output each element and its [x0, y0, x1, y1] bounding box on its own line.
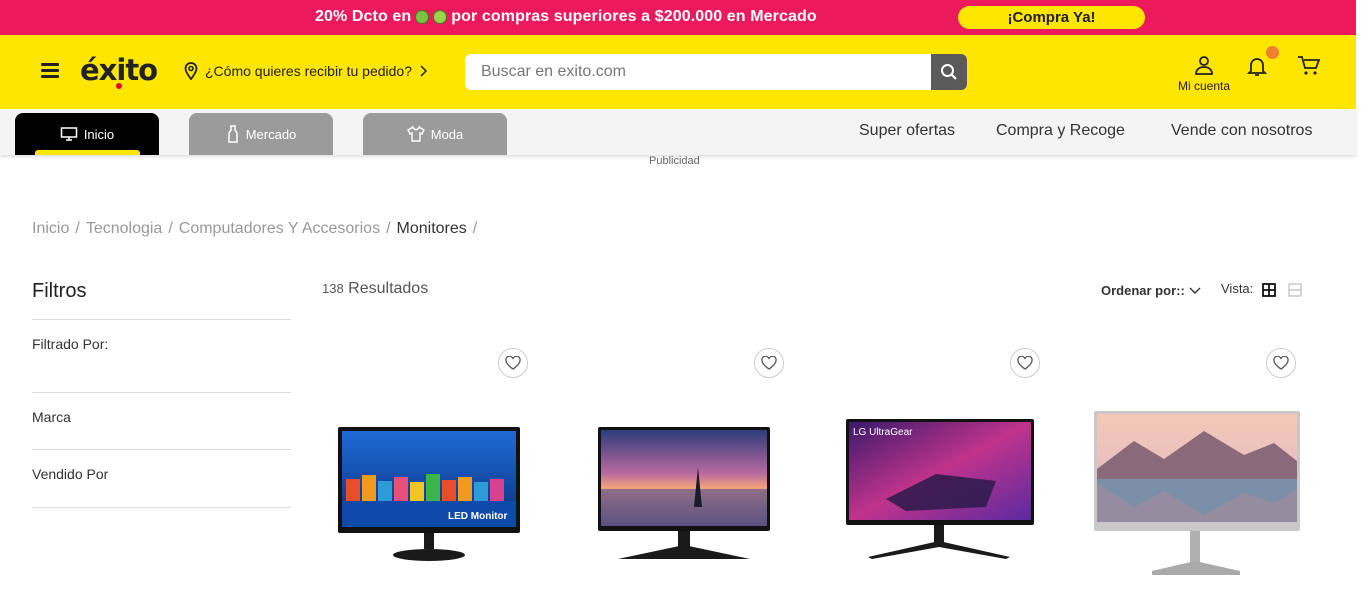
notifications-button[interactable]: [1246, 55, 1268, 82]
exito-logo[interactable]: éxito: [80, 53, 158, 87]
monitor-mountain-image[interactable]: [1094, 411, 1300, 577]
chevron-right-icon: [420, 65, 428, 77]
divider: [32, 449, 291, 450]
breadcrumb-current: Monitores: [396, 220, 467, 237]
avocado-icon: [433, 10, 448, 24]
search-icon: [941, 64, 957, 80]
tab-label: Moda: [430, 126, 464, 142]
product-screen-text: LG UltraGear: [853, 427, 913, 438]
tab-inicio[interactable]: Inicio: [15, 113, 159, 155]
bell-icon: [1246, 58, 1268, 76]
promo-text: 20% Dcto en por compras superiores a $20…: [315, 8, 817, 26]
filters-title: Filtros: [32, 280, 87, 302]
nav-link-compra-y-recoge[interactable]: Compra y Recoge: [996, 122, 1125, 140]
filter-marca[interactable]: Marca: [32, 409, 71, 425]
breadcrumb-separator: /: [75, 220, 80, 237]
tab-label: Inicio: [83, 126, 115, 142]
monitor-sunset-image[interactable]: [598, 427, 770, 565]
delivery-label: ¿Cómo quieres recibir tu pedido?: [205, 63, 412, 79]
favorite-button[interactable]: [1010, 348, 1040, 378]
cart-icon: [1298, 56, 1321, 75]
ad-label: Publicidad: [649, 155, 700, 167]
notification-badge: [1266, 46, 1279, 59]
menu-icon[interactable]: [41, 63, 59, 78]
chevron-down-icon: [1189, 287, 1201, 294]
monitor-icon: [60, 127, 78, 141]
account-label: Mi cuenta: [1177, 79, 1231, 93]
results-count: 138 Resultados: [322, 280, 428, 298]
heart-icon: [1017, 356, 1033, 370]
lg-ultragear-monitor-image[interactable]: LG UltraGear: [846, 419, 1034, 561]
sort-dropdown[interactable]: Ordenar por::: [1101, 283, 1201, 298]
user-icon: [1195, 56, 1213, 75]
search-button[interactable]: [931, 54, 967, 90]
favorite-button[interactable]: [754, 348, 784, 378]
tab-label: Mercado: [245, 126, 297, 142]
location-pin-icon: [184, 62, 198, 80]
logo-dot: [116, 83, 122, 89]
apple-icon: [415, 10, 430, 24]
divider: [32, 319, 291, 320]
filter-vendido-por[interactable]: Vendido Por: [32, 466, 108, 482]
promo-text-after: por compras superiores a $200.000 en Mer…: [451, 8, 817, 25]
favorite-button[interactable]: [498, 348, 528, 378]
nav-link-super-ofertas[interactable]: Super ofertas: [859, 122, 955, 140]
favorite-button[interactable]: [1266, 348, 1296, 378]
heart-icon: [505, 356, 521, 370]
tab-moda[interactable]: Moda: [363, 113, 507, 155]
sort-label: Ordenar por::: [1101, 283, 1185, 298]
breadcrumb-item[interactable]: Inicio: [32, 220, 69, 238]
view-label: Vista:: [1221, 281, 1254, 296]
breadcrumb-separator: /: [168, 220, 173, 237]
heart-icon: [761, 356, 777, 370]
promo-cta-button[interactable]: ¡Compra Ya!: [958, 6, 1145, 29]
shirt-icon: [406, 126, 425, 142]
breadcrumb: Inicio / Tecnologia / Computadores Y Acces…: [32, 220, 477, 238]
promo-banner: 20% Dcto en por compras superiores a $20…: [0, 0, 1356, 35]
list-view-icon[interactable]: [1288, 283, 1302, 297]
promo-text-before: 20% Dcto en: [315, 8, 412, 25]
breadcrumb-item[interactable]: Computadores Y Accesorios: [179, 220, 380, 238]
results-label: Resultados: [348, 280, 429, 297]
delivery-selector[interactable]: ¿Cómo quieres recibir tu pedido?: [183, 62, 428, 80]
cart-button[interactable]: [1297, 55, 1321, 82]
divider: [32, 507, 291, 508]
led-monitor-image[interactable]: LED Monitor: [338, 427, 520, 565]
filter-applied-label: Filtrado Por:: [32, 336, 109, 352]
search-bar: [465, 54, 967, 90]
account-button[interactable]: Mi cuenta: [1172, 55, 1236, 93]
grid-view-icon[interactable]: [1262, 283, 1276, 297]
heart-icon: [1273, 356, 1289, 370]
results-number: 138: [322, 281, 344, 296]
product-screen-text: LED Monitor: [448, 511, 508, 522]
search-input[interactable]: [465, 54, 930, 90]
nav-link-vende-con-nosotros[interactable]: Vende con nosotros: [1171, 122, 1312, 140]
tab-mercado[interactable]: Mercado: [189, 113, 333, 155]
divider: [32, 392, 291, 393]
breadcrumb-item[interactable]: Tecnologia: [86, 220, 163, 238]
active-tab-indicator: [35, 150, 140, 155]
bottle-icon: [227, 125, 238, 143]
breadcrumb-separator: /: [386, 220, 391, 237]
breadcrumb-separator: /: [472, 220, 478, 237]
